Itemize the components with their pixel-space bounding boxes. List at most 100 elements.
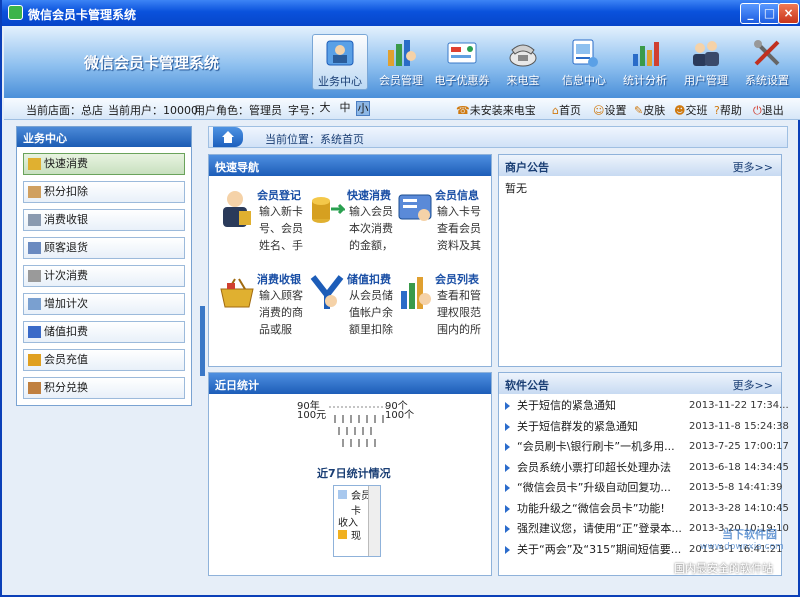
- sidebar: 业务中心 快速消费 积分扣除 消费收银 顾客退货 计次消费 增加计次 储值扣费 …: [16, 126, 192, 406]
- coupon-icon: [447, 42, 477, 64]
- merchant-notice-more-link[interactable]: 更多>>: [733, 159, 773, 175]
- member-info-icon: [398, 194, 432, 221]
- points-icon: [28, 186, 41, 198]
- link-home[interactable]: ⌂首页: [552, 102, 581, 118]
- caller-status[interactable]: ☎未安装来电宝: [456, 102, 536, 118]
- sidebar-item-points-exchange[interactable]: 积分兑换: [23, 377, 185, 399]
- skin-icon: ✎: [634, 104, 644, 117]
- watermark: 当下软件园 www.downxia.com 国内最安全的软件站: [674, 528, 784, 575]
- quick-stored-deduct[interactable]: 储值扣费 从会员储值帐户余额里扣除: [309, 267, 394, 347]
- nav-caller[interactable]: 来电宝: [495, 34, 551, 90]
- sidebar-item-points-deduct[interactable]: 积分扣除: [23, 181, 185, 203]
- sidebar-title: 业务中心: [17, 127, 191, 147]
- font-size-large[interactable]: 大: [318, 101, 332, 116]
- notice-item[interactable]: 会员系统小票打印超长处理办法 2013-6-18 14:34:45: [499, 458, 789, 479]
- app-title: 微信会员卡管理系统: [84, 54, 220, 72]
- font-size-small[interactable]: 小: [356, 101, 370, 116]
- current-store: 当前店面：总店: [26, 104, 103, 117]
- cashier-icon: [28, 214, 41, 226]
- quick-member-list[interactable]: 会员列表 查看和管理权限范围内的所: [397, 267, 482, 347]
- minimize-button[interactable]: _: [740, 3, 761, 24]
- user-settings-icon: ☺: [593, 104, 605, 117]
- nav-coupons[interactable]: 电子优惠券: [434, 34, 490, 90]
- arrow-bullet-icon: [505, 545, 510, 554]
- legend-swatch-members: [338, 490, 347, 499]
- software-notice-title: 软件公告 更多>>: [499, 373, 781, 394]
- shift-icon: ☻: [674, 104, 686, 117]
- breadcrumb: 当前位置：系统首页: [208, 126, 788, 148]
- legend-swatch-cash: [338, 530, 347, 539]
- software-notice-more-link[interactable]: 更多>>: [733, 377, 773, 393]
- arrow-bullet-icon: [505, 422, 510, 431]
- window-title: 微信会员卡管理系统: [28, 8, 137, 22]
- nav-business-center[interactable]: 业务中心: [312, 34, 368, 90]
- quick-cashier[interactable]: 消费收银 输入顾客消费的商品或服: [219, 267, 304, 347]
- quick-member-register[interactable]: 会员登记 输入新卡号、会员姓名、手: [219, 183, 304, 263]
- sidebar-item-stored-deduct[interactable]: 储值扣费: [23, 321, 185, 343]
- fast-consume-icon: [312, 197, 345, 223]
- home-icon[interactable]: [213, 127, 243, 147]
- nav-user-management[interactable]: 用户管理: [678, 34, 734, 90]
- arrow-bullet-icon: [505, 484, 510, 492]
- nav-member-management[interactable]: 会员管理: [373, 34, 429, 90]
- link-shift[interactable]: ☻交班: [674, 102, 707, 118]
- notice-item[interactable]: “微信会员卡”升级自动回复功... 2013-5-8 14:41:39: [499, 478, 782, 499]
- merchant-notice-title: 商户公告 更多>>: [499, 155, 781, 176]
- recent-stats-title: 近日统计: [209, 373, 491, 394]
- count-icon: [28, 270, 41, 282]
- user-role: 用户角色：管理员: [194, 104, 282, 117]
- sidebar-item-count-consume[interactable]: 计次消费: [23, 265, 185, 287]
- arrow-bullet-icon: [505, 463, 510, 472]
- quick-fast-consume[interactable]: 快速消费 输入会员本次消费的金额，: [309, 183, 394, 263]
- quick-member-info[interactable]: 会员信息 输入卡号查看会员资料及其: [397, 183, 482, 263]
- link-skin[interactable]: ✎皮肤: [634, 102, 665, 118]
- yen-icon: [310, 275, 344, 309]
- add-count-icon: [28, 298, 41, 310]
- member-list-icon: [401, 277, 431, 309]
- phone-icon: [509, 44, 537, 67]
- main-area: 当前位置：系统首页 快速导航 会员登记 输入新卡号、会员姓名、手 快速消费 输入…: [208, 126, 789, 576]
- sidebar-item-return[interactable]: 顾客退货: [23, 237, 185, 259]
- quick-nav-title: 快速导航: [209, 155, 491, 176]
- users-icon: [693, 41, 719, 66]
- legend-scrollbar[interactable]: [368, 486, 380, 556]
- nav-info-center[interactable]: 信息中心: [556, 34, 612, 90]
- stats-right-bottom: 100个: [385, 410, 415, 421]
- close-button[interactable]: ×: [778, 3, 799, 24]
- recharge-icon: [28, 354, 41, 366]
- sidebar-item-cashier[interactable]: 消费收银: [23, 209, 185, 231]
- home-icon: ⌂: [552, 104, 559, 117]
- nav-statistics[interactable]: 统计分析: [617, 34, 673, 90]
- notice-item[interactable]: “会员刷卡\银行刷卡”一机多用... 2013-7-25 17:00:17: [499, 437, 789, 458]
- merchant-notice-content: 暂无: [505, 182, 527, 195]
- sidebar-item-quick-consume[interactable]: 快速消费: [23, 153, 185, 175]
- font-size-medium[interactable]: 中: [338, 101, 352, 116]
- title-bar: 微信会员卡管理系统 _ □ ×: [2, 0, 800, 26]
- info-icon: [572, 39, 598, 67]
- current-user: 当前用户：10000: [108, 104, 198, 117]
- arrow-bullet-icon: [505, 402, 510, 410]
- notice-item[interactable]: 关于短信群发的紧急通知 2013-11-8 15:24:38: [499, 417, 789, 438]
- sidebar-item-recharge[interactable]: 会员充值: [23, 349, 185, 371]
- app-window: 微信会员卡管理系统 _ □ × 微信会员卡管理系统 业务中心 会员管理 电子优惠…: [0, 0, 800, 597]
- info-bar: 当前店面：总店 当前用户：10000 用户角色：管理员 字号： 大 中 小 ☎未…: [4, 98, 800, 120]
- link-logout[interactable]: ⏻退出: [753, 102, 784, 118]
- stats-chart-title: 近7日统计情况: [317, 467, 391, 480]
- settings-icon: [754, 40, 780, 66]
- notice-item[interactable]: 关于短信的紧急通知 2013-11-22 17:34...: [499, 396, 789, 417]
- merchant-notice-panel: 商户公告 更多>> 暂无: [498, 154, 782, 367]
- logout-icon: ⏻: [753, 104, 762, 117]
- link-help[interactable]: ?帮助: [714, 102, 742, 118]
- maximize-button[interactable]: □: [759, 3, 780, 24]
- link-settings[interactable]: ☺设置: [593, 102, 626, 118]
- quick-nav-panel: 快速导航 会员登记 输入新卡号、会员姓名、手 快速消费 输入会员本次消费的金额，…: [208, 154, 492, 367]
- stats-mini-chart: [329, 406, 389, 447]
- sidebar-item-add-count[interactable]: 增加计次: [23, 293, 185, 315]
- font-size-label: 字号：: [288, 104, 321, 117]
- sidebar-splitter[interactable]: [200, 306, 205, 376]
- stats-left-bottom: 100元: [297, 410, 327, 421]
- arrow-bullet-icon: [505, 504, 510, 513]
- nav-system-settings[interactable]: 系统设置: [739, 34, 795, 90]
- phone-small-icon: ☎: [456, 104, 470, 117]
- member-register-icon: [223, 191, 251, 227]
